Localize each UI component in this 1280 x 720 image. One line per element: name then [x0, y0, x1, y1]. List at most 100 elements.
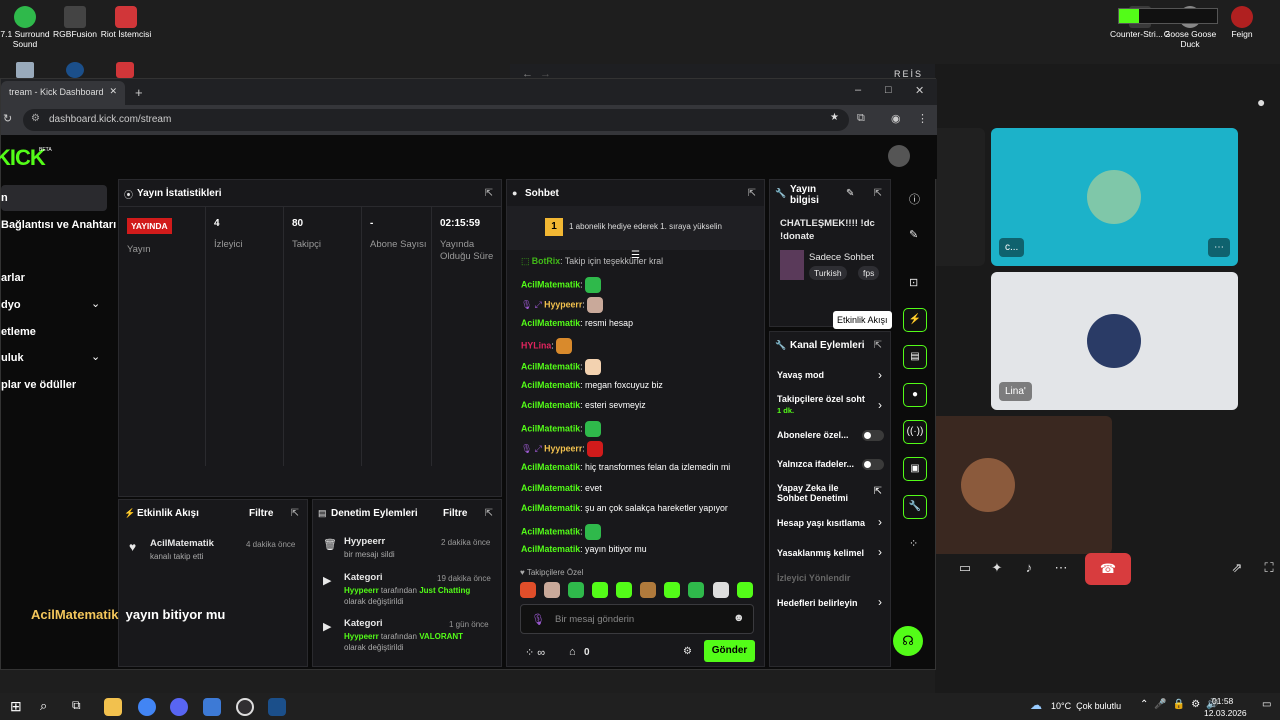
task-view-icon[interactable]: ⧉	[72, 698, 81, 713]
integrations-icon[interactable]: ⁘	[909, 537, 918, 550]
emote[interactable]	[616, 582, 633, 598]
video-tile-lina[interactable]: Lina'	[991, 272, 1238, 410]
clock-date[interactable]: 12.03.2026	[1204, 708, 1247, 718]
chevron-right-icon[interactable]: ›	[878, 398, 882, 412]
chat-button[interactable]: ●	[903, 383, 927, 407]
action-ai-moderation[interactable]: Yapay Zeka ile Sohbet Denetimi	[777, 483, 869, 504]
chat-message[interactable]: AcilMatematik:	[521, 420, 602, 437]
action-slow-mode[interactable]: Yavaş mod	[777, 370, 824, 380]
emoji-icon[interactable]: ☻	[733, 612, 745, 624]
emote[interactable]	[688, 582, 705, 598]
sidebar-item-2[interactable]: arlar	[1, 272, 25, 284]
broadcast-button[interactable]: ((·))	[903, 420, 927, 444]
chevron-down-icon[interactable]: ⌄	[91, 297, 100, 310]
chat-message[interactable]: 🎙 ⤢ Hyypeerr:	[521, 441, 604, 458]
chevron-right-icon[interactable]: ›	[878, 545, 882, 559]
chat-emote[interactable]	[587, 297, 604, 314]
profile-icon[interactable]: ◉	[891, 112, 901, 125]
tag[interactable]: fps	[858, 266, 880, 280]
popout-icon[interactable]: ⇱	[485, 508, 493, 519]
file-explorer-icon[interactable]	[104, 698, 122, 716]
moderation-button[interactable]: ▤	[903, 345, 927, 369]
site-info-icon[interactable]: ⚙	[31, 113, 40, 124]
toggle-switch[interactable]	[862, 430, 884, 441]
activities-icon[interactable]: ✦	[987, 560, 1007, 580]
emote[interactable]	[712, 582, 729, 598]
riot-icon-2[interactable]	[116, 62, 134, 78]
microphone-icon[interactable]: 🎙	[531, 613, 545, 626]
chat-username[interactable]: AcilMatematik	[521, 380, 580, 390]
tab-close-icon[interactable]: ✕	[109, 86, 117, 97]
chat-emote[interactable]	[587, 441, 604, 458]
chat-username[interactable]: AcilMatematik	[521, 400, 580, 410]
clock-time[interactable]: 01:58	[1212, 696, 1233, 706]
obs-icon[interactable]	[236, 698, 254, 716]
chevron-right-icon[interactable]: ›	[878, 595, 882, 609]
edit-icon[interactable]: ✎	[846, 188, 854, 199]
chat-message[interactable]: AcilMatematik: megan foxcuyuz biz	[521, 380, 663, 390]
leave-call-button[interactable]: ☎	[1085, 553, 1131, 585]
emote[interactable]	[736, 582, 753, 598]
filter-button[interactable]: Filtre	[443, 508, 467, 519]
sidebar-item-1[interactable]: Bağlantısı ve Anahtarı	[1, 219, 116, 231]
activity-feed-button[interactable]: ⚡	[903, 308, 927, 332]
chat-username[interactable]: BotRix	[532, 256, 560, 266]
chat-message[interactable]: AcilMatematik:	[521, 523, 602, 540]
pencil-icon[interactable]: ✎	[909, 228, 918, 241]
popout-icon[interactable]: ⇗	[1227, 560, 1247, 580]
toggle-switch[interactable]	[862, 459, 884, 470]
channel-points-icon[interactable]: ⁘ ∞	[525, 646, 545, 659]
emote[interactable]	[544, 582, 561, 598]
steam-taskbar-icon[interactable]	[268, 698, 286, 716]
chat-username[interactable]: Hyypeerr	[544, 300, 582, 310]
chat-message[interactable]: AcilMatematik: şu an çok salakça hareket…	[521, 503, 728, 513]
chrome-icon[interactable]	[138, 698, 156, 716]
screen-share-icon[interactable]: ▭	[955, 560, 975, 580]
emote[interactable]	[592, 582, 609, 598]
chat-message[interactable]: AcilMatematik: esteri sevmeyiz	[521, 400, 646, 410]
sidebar-item-3[interactable]: dyo	[1, 299, 21, 311]
chevron-down-icon[interactable]: ⌄	[91, 350, 100, 363]
chat-username[interactable]: AcilMatematik	[521, 279, 580, 289]
stream-manager-button[interactable]: ▣	[903, 457, 927, 481]
fullscreen-icon[interactable]: ⛶	[1259, 560, 1279, 580]
notification-icon[interactable]: ▭	[1262, 699, 1271, 710]
chat-message[interactable]: ⬚ BotRix: Takip için teşekkürler kral	[521, 256, 663, 267]
url-input[interactable]: ⚙ dashboard.kick.com/stream ★	[23, 109, 849, 131]
sidebar-item-0[interactable]: n	[1, 192, 8, 204]
chat-username[interactable]: AcilMatematik	[521, 462, 580, 472]
chat-username[interactable]: HYLina	[521, 341, 551, 351]
chat-message[interactable]: AcilMatematik: resmi hesap	[521, 318, 633, 328]
emote[interactable]	[664, 582, 681, 598]
chat-username[interactable]: AcilMatematik	[521, 361, 580, 371]
sidebar-item-5[interactable]: uluk	[1, 352, 24, 364]
sidebar-item-6[interactable]: plar ve ödüller	[1, 379, 76, 391]
video-tile-warrior[interactable]	[931, 416, 1112, 554]
bookmark-star-icon[interactable]: ★	[830, 112, 839, 123]
recycle-bin-icon[interactable]	[16, 62, 34, 78]
popout-icon[interactable]: ⇱	[874, 340, 882, 351]
maximize-icon[interactable]: □	[885, 84, 892, 96]
chat-settings-icon[interactable]: ⚙	[683, 646, 692, 657]
action-followers-only[interactable]: Takipçilere özel soht	[777, 394, 865, 404]
chat-message[interactable]: AcilMatematik: yayın bitiyor mu	[521, 544, 647, 554]
chat-message[interactable]: AcilMatematik: hiç transformes felan da …	[521, 462, 730, 472]
action-set-goals[interactable]: Hedefleri belirleyin	[777, 598, 858, 608]
action-account-age[interactable]: Hesap yaşı kısıtlama	[777, 518, 865, 528]
chevron-right-icon[interactable]: ›	[878, 515, 882, 529]
emote[interactable]	[520, 582, 536, 598]
chat-username[interactable]: Hyypeerr	[544, 444, 582, 454]
chat-username[interactable]: AcilMatematik	[521, 483, 580, 493]
chat-message[interactable]: AcilMatematik:	[521, 359, 602, 375]
menu-icon[interactable]: ⋮	[917, 112, 928, 125]
discord-icon[interactable]	[170, 698, 188, 716]
action-subscribers-only[interactable]: Abonelere özel...	[777, 430, 849, 440]
chat-message[interactable]: HYLina:	[521, 338, 573, 355]
minimize-icon[interactable]: –	[855, 84, 861, 96]
chat-username[interactable]: AcilMatematik	[521, 544, 580, 554]
weather-text[interactable]: 10°C Çok bulutlu	[1051, 701, 1121, 711]
popout-icon[interactable]: ⇱	[485, 188, 493, 199]
chat-emote[interactable]	[556, 338, 573, 355]
support-button[interactable]: ☊	[893, 626, 923, 656]
chevron-right-icon[interactable]: ›	[878, 368, 882, 382]
